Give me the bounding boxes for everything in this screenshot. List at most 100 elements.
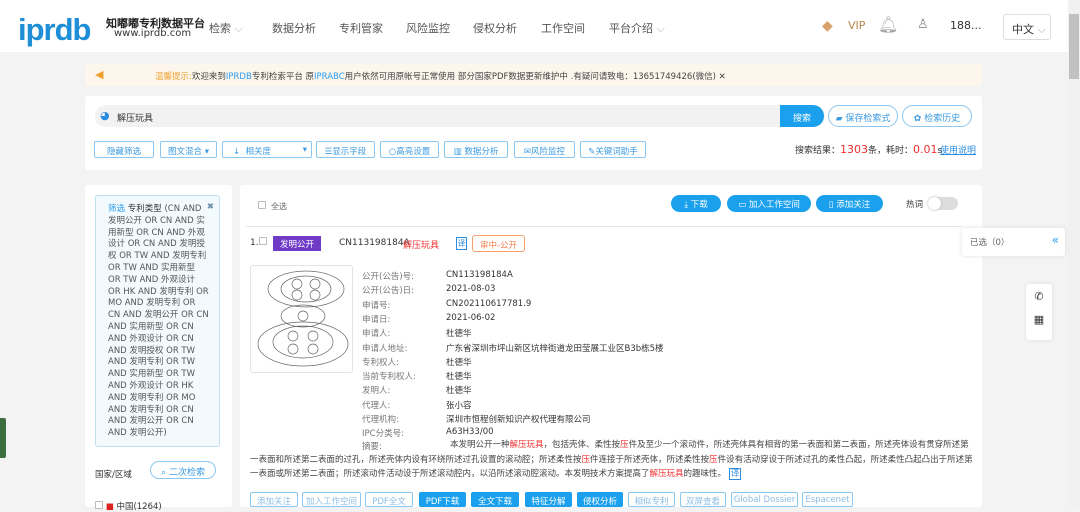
field-value: 杜德华 bbox=[446, 329, 472, 340]
close-icon[interactable]: ✕ bbox=[719, 72, 726, 82]
nav-risk-monitor[interactable]: 风险监控 bbox=[406, 20, 450, 36]
selected-panel: 已选（0） « bbox=[962, 228, 1065, 256]
help-link[interactable]: 使用说明 bbox=[940, 143, 976, 156]
display-fields-button[interactable]: ☰显示字段 bbox=[316, 141, 375, 158]
nav-infringement[interactable]: 侵权分析 bbox=[473, 20, 517, 36]
field-label: 申请日: bbox=[362, 314, 391, 325]
side-widget[interactable] bbox=[0, 418, 6, 458]
field-value: 2021-06-02 bbox=[446, 312, 496, 323]
second-search-button[interactable]: ⌕ 二次检索 bbox=[150, 461, 216, 479]
keyword-helper-button[interactable]: ✎关键词助手 bbox=[580, 141, 646, 158]
vip-link[interactable]: VIP bbox=[848, 19, 865, 32]
patent-number[interactable]: CN113198184A bbox=[339, 238, 410, 248]
action-button[interactable]: 双屏查看 bbox=[680, 492, 726, 507]
add-workspace-button[interactable]: ▭ 加入工作空间 bbox=[727, 195, 811, 212]
field-value: CN113198184A bbox=[446, 270, 513, 280]
select-all-label: 全选 bbox=[271, 202, 287, 211]
patent-title[interactable]: 解压玩具 bbox=[403, 238, 439, 251]
action-button[interactable]: 全文下载 bbox=[471, 492, 519, 507]
field-value: CN202110617781.9 bbox=[446, 298, 532, 309]
globe-icon: ◕ bbox=[100, 109, 110, 122]
action-button[interactable]: 添加关注 bbox=[250, 492, 298, 507]
data-analysis-button[interactable]: ▥ 数据分析 bbox=[444, 141, 508, 158]
result-index: 1. bbox=[250, 238, 259, 248]
translate-icon[interactable]: 译 bbox=[728, 468, 742, 480]
field-label: 专利权人: bbox=[362, 357, 399, 368]
field-value: 杜德华 bbox=[446, 386, 472, 397]
action-button[interactable]: 加入工作空间 bbox=[302, 492, 361, 507]
qrcode-icon[interactable]: ▦ bbox=[1026, 313, 1052, 326]
scrollbar[interactable] bbox=[1068, 0, 1080, 507]
search-button[interactable]: 搜索 bbox=[780, 105, 824, 127]
field-label: 当前专利权人: bbox=[362, 372, 416, 383]
speaker-icon: ◀︎ bbox=[95, 68, 104, 81]
patent-type-badge: 发明公开 bbox=[273, 236, 321, 251]
translate-icon[interactable]: 译 bbox=[456, 237, 467, 250]
language-select[interactable]: 中文 ⌵ bbox=[1003, 14, 1051, 40]
selected-count: 已选（0） bbox=[970, 238, 1010, 248]
download-button[interactable]: ⤓ 下载 bbox=[671, 195, 721, 212]
field-value: 杜德华 bbox=[446, 357, 472, 368]
action-button[interactable]: PDF全文 bbox=[365, 492, 413, 507]
chevron-down-icon: ⌵ bbox=[234, 22, 243, 35]
hide-filter-button[interactable]: 隐藏筛选 bbox=[94, 141, 154, 158]
view-mode-select[interactable]: 图文混合 ▾ bbox=[160, 141, 217, 158]
action-button[interactable]: 侵权分析 bbox=[577, 492, 623, 507]
phone-icon[interactable]: ✆ bbox=[1026, 290, 1052, 303]
result-checkbox[interactable] bbox=[259, 237, 267, 245]
field-label: 发明人: bbox=[362, 386, 391, 397]
nav-platform-intro[interactable]: 平台介绍 ⌵ bbox=[609, 20, 665, 36]
nav-workspace[interactable]: 工作空间 bbox=[541, 20, 585, 36]
abstract-segment: ，包括壳体、柔性按 bbox=[543, 440, 621, 450]
field-value: 杜德华 bbox=[446, 372, 472, 383]
save-query-button[interactable]: ▰ 保存检索式 bbox=[828, 105, 898, 127]
collapse-icon[interactable]: « bbox=[1052, 233, 1059, 247]
abstract-segment: 本发明公开一种 bbox=[450, 440, 510, 450]
abstract-highlight: 解压玩具 bbox=[649, 469, 684, 479]
result-summary: 搜索结果：1303条，耗时：0.01s bbox=[795, 143, 943, 156]
side-tools: ✆ ▦ bbox=[1026, 284, 1052, 340]
field-value: 张小容 bbox=[446, 400, 472, 411]
field-label: 公开(公告)号: bbox=[362, 272, 414, 282]
action-button[interactable]: Global Dossier bbox=[731, 492, 798, 507]
abstract-segment: 件连接于所述壳体，所述柔性按 bbox=[590, 454, 710, 465]
user-icon[interactable]: ♙ bbox=[917, 17, 929, 32]
chevron-down-icon: ⌵ bbox=[656, 22, 665, 35]
search-input[interactable]: ◕ 解压玩具 bbox=[95, 105, 825, 127]
logo[interactable]: iprdb bbox=[18, 12, 91, 48]
field-label: 代理人: bbox=[362, 400, 391, 411]
field-label: 申请人地址: bbox=[362, 343, 408, 354]
field-label: 代理机构: bbox=[362, 415, 399, 425]
field-label: 申请人: bbox=[362, 329, 391, 340]
patent-drawing[interactable] bbox=[250, 265, 353, 373]
user-account[interactable]: 188... bbox=[950, 19, 982, 32]
filter-condition: 筛选 专利类型 (CN AND 发明公开 OR CN AND 实用新型 OR C… bbox=[95, 195, 220, 447]
action-button[interactable]: 相似专利 bbox=[628, 492, 675, 507]
brand-url: www.iprdb.com bbox=[114, 28, 192, 39]
close-icon[interactable]: ✖ bbox=[207, 202, 214, 214]
abstract-highlight: 压 bbox=[620, 440, 629, 450]
hot-words-toggle[interactable] bbox=[928, 197, 958, 210]
country-item[interactable]: ■ 中国(1264) bbox=[95, 500, 162, 512]
nav-search[interactable]: 检索 ⌵ bbox=[209, 20, 243, 36]
sort-select[interactable]: ↓ 相关度 ▾ bbox=[222, 141, 312, 158]
highlight-settings-button[interactable]: ○高亮设置 bbox=[380, 141, 439, 158]
divider bbox=[246, 226, 963, 227]
hot-words-label: 热词 bbox=[906, 200, 924, 210]
bell-icon[interactable]: 🔔︎ bbox=[878, 15, 898, 34]
field-value: 2021-08-03 bbox=[446, 284, 496, 295]
risk-monitor-button[interactable]: ✉风险监控 bbox=[514, 141, 575, 158]
field-value: 广东省深圳市坪山新区坑梓街道龙田莹展工业区B3b栋5楼 bbox=[446, 343, 664, 354]
action-button[interactable]: Espacenet bbox=[802, 492, 853, 507]
nav-analysis[interactable]: 数据分析 bbox=[272, 20, 316, 36]
field-value: 深圳市恒程创新知识产权代理有限公司 bbox=[446, 415, 591, 425]
action-button[interactable]: 特征分解 bbox=[525, 492, 572, 507]
action-button[interactable]: PDF下载 bbox=[419, 492, 466, 507]
add-follow-button[interactable]: ▯ 添加关注 bbox=[816, 195, 883, 212]
select-all-checkbox[interactable] bbox=[258, 201, 266, 209]
nav-patent-manager[interactable]: 专利管家 bbox=[339, 20, 383, 36]
diamond-icon: ◆ bbox=[822, 18, 833, 34]
abstract-text: 本发明公开一种解压玩具，包括壳体、柔性按压件及至少一个滚动件，所述壳体具有相背的… bbox=[250, 438, 975, 482]
search-history-button[interactable]: ✿ 检索历史 bbox=[902, 105, 972, 127]
abstract-highlight: 解压玩具 bbox=[509, 440, 544, 450]
